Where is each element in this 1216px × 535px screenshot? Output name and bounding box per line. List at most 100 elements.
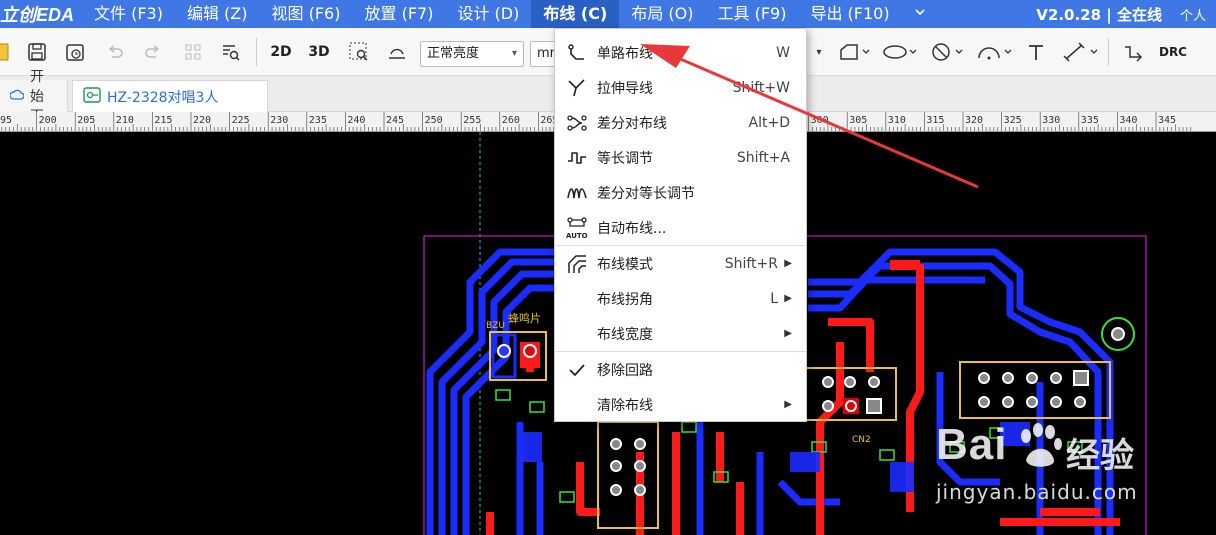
polygon-icon[interactable] (836, 40, 872, 64)
submenu-arrow-icon: ▶ (784, 258, 792, 269)
ruler-label: 200 (39, 115, 57, 126)
user-menu[interactable]: 个人 (1180, 5, 1216, 24)
brightness-select[interactable]: 正常亮度 ▾ (420, 41, 524, 67)
grid-icon[interactable] (180, 40, 206, 64)
ruler-label: 230 (270, 115, 288, 126)
menu-tools[interactable]: 工具 (F9) (705, 0, 798, 28)
undo-icon[interactable] (102, 40, 128, 64)
view-3d-button[interactable]: 3D (304, 40, 334, 64)
ruler-label: 320 (965, 115, 983, 126)
menu-bar: 立创EDA 文件 (F3) 编辑 (Z) 视图 (F6) 放置 (F7) 设计 … (0, 0, 1216, 28)
menu-item-stretch-wire[interactable]: 拉伸导线 Shift+W (555, 70, 806, 105)
check-icon (565, 358, 589, 382)
submenu-arrow-icon: ▶ (784, 399, 792, 410)
save-icon[interactable] (24, 40, 50, 64)
menu-item-route-width[interactable]: 布线宽度 ▶ (555, 316, 806, 351)
tab-pcb-document-label: HZ-2328对唱3人 (107, 89, 219, 106)
watermark-brand: Bai (936, 420, 1008, 469)
baidu-watermark: Bai 经验 jingyan.baidu.com (936, 420, 1206, 510)
right-connector-pads (978, 370, 1089, 408)
diff-length-tune-icon (565, 181, 589, 205)
cloud-icon (9, 87, 25, 105)
menu-export[interactable]: 导出 (F10) (798, 0, 901, 28)
route-mode-icon (565, 252, 589, 276)
ruler-label: 305 (849, 115, 867, 126)
ruler-label: 225 (232, 115, 250, 126)
lower-connector-footprint (597, 421, 659, 529)
menu-view[interactable]: 视图 (F6) (260, 0, 353, 28)
single-route-icon (565, 41, 589, 65)
menu-more-chevron-icon[interactable] (902, 0, 938, 28)
menu-item-route-corner[interactable]: 布线拐角 L ▶ (555, 281, 806, 316)
tab-pcb-document[interactable]: HZ-2328对唱3人 (72, 80, 268, 112)
connector-pads (822, 376, 882, 414)
auto-route-icon: AUTO (565, 216, 589, 240)
silk-buzzer-label: 蜂鸣片 (508, 311, 541, 325)
pcb-document-icon (83, 86, 101, 107)
menu-layout[interactable]: 布局 (O) (619, 0, 705, 28)
drc-button[interactable]: DRC (1156, 40, 1190, 64)
save-local-icon[interactable] (62, 40, 88, 64)
diff-pair-icon (565, 111, 589, 135)
redo-icon[interactable] (140, 40, 166, 64)
submenu-arrow-icon: ▶ (784, 328, 792, 339)
menu-item-diff-length-tune[interactable]: 差分对等长调节 (555, 175, 806, 210)
ruler-label: 315 (926, 115, 944, 126)
silk-bzu-label: BZU (486, 321, 505, 331)
svg-text:AUTO: AUTO (566, 232, 588, 240)
text-tool-icon[interactable] (1024, 40, 1048, 64)
menu-file[interactable]: 文件 (F3) (82, 0, 175, 28)
menu-item-length-tune[interactable]: 等长调节 Shift+A (555, 140, 806, 175)
menu-item-single-route[interactable]: 单路布线 W (555, 35, 806, 70)
ruler-label: 300 (811, 115, 829, 126)
submenu-arrow-icon: ▶ (784, 293, 792, 304)
ruler-label: 235 (309, 115, 327, 126)
length-tune-icon (565, 146, 589, 170)
stretch-wire-icon (565, 76, 589, 100)
menu-place[interactable]: 放置 (F7) (352, 0, 445, 28)
toolbar-separator (1108, 38, 1109, 66)
arc-icon[interactable] (974, 40, 1016, 64)
find-icon[interactable] (218, 40, 244, 64)
new-file-icon[interactable] (0, 40, 10, 64)
app-logo: 立创EDA (0, 5, 75, 25)
menu-item-auto-route[interactable]: AUTO 自动布线... (555, 210, 806, 245)
menu-design[interactable]: 设计 (D) (445, 0, 531, 28)
version-label: V2.0.28 | 全在线 (1036, 5, 1162, 24)
ruler-label: 220 (193, 115, 211, 126)
brightness-value: 正常亮度 (427, 46, 480, 61)
watermark-brand-2: 经验 (1066, 436, 1134, 476)
menu-item-diff-pair-route[interactable]: 差分对布线 Alt+D (555, 105, 806, 140)
menu-item-route-mode[interactable]: 布线模式 Shift+R ▶ (555, 246, 806, 281)
dropdown-caret-icon[interactable]: ▾ (812, 40, 826, 64)
unit-select[interactable]: mm (530, 41, 556, 67)
ruler-label: 335 (1081, 115, 1099, 126)
ruler-label: 250 (425, 115, 443, 126)
flip-board-icon[interactable] (384, 40, 410, 64)
ruler-label: 215 (154, 115, 172, 126)
paw-logo-icon (1016, 422, 1064, 476)
ellipse-icon[interactable] (880, 40, 920, 64)
silk-cn-label: CN2 (852, 435, 871, 445)
ruler-label: 260 (502, 115, 520, 126)
ruler-label: 255 (463, 115, 481, 126)
dimension-icon[interactable] (1060, 40, 1104, 64)
menu-item-clear-route[interactable]: 清除布线 ▶ (555, 387, 806, 422)
menu-item-remove-loop[interactable]: 移除回路 (555, 352, 806, 387)
view-2d-button[interactable]: 2D (266, 40, 296, 64)
import-changes-icon[interactable] (1120, 40, 1146, 64)
no-entry-icon[interactable] (928, 40, 968, 64)
ruler-label: 210 (116, 115, 134, 126)
ruler-label: 205 (77, 115, 95, 126)
ruler-label: 245 (386, 115, 404, 126)
menu-route[interactable]: 布线 (C) (531, 0, 620, 28)
route-dropdown-menu: 单路布线 W 拉伸导线 Shift+W 差分对布线 Alt+D 等长调节 Shi… (554, 28, 807, 422)
ruler-label: 345 (1158, 115, 1176, 126)
menu-edit[interactable]: 编辑 (Z) (175, 0, 260, 28)
zoom-area-icon[interactable] (346, 40, 372, 64)
watermark-url: jingyan.baidu.com (936, 480, 1138, 504)
ruler-label: 330 (1042, 115, 1060, 126)
tab-home[interactable]: 开始页 (0, 69, 68, 125)
toolbar-separator (256, 38, 257, 66)
ruler-label: 240 (347, 115, 365, 126)
